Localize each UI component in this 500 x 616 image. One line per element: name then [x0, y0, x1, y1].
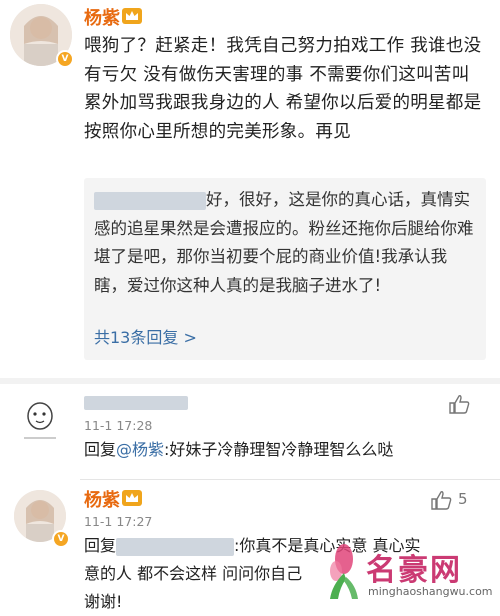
watermark-title: 名豪网: [366, 553, 462, 588]
comment-username[interactable]: 杨紫: [84, 486, 120, 512]
mention-link[interactable]: @杨紫: [116, 440, 164, 459]
comment-timestamp: 11-1 17:28: [84, 418, 153, 433]
blurred-username: [84, 396, 188, 410]
like-icon[interactable]: [430, 490, 452, 510]
crown-icon: [122, 8, 142, 24]
quoted-comment[interactable]: 好，很好，这是你的真心话，真情实感的追星果然是会遭报应的。粉丝还拖你后腿给你难堪…: [84, 178, 486, 360]
avatar[interactable]: [14, 394, 66, 446]
post-username[interactable]: 杨紫: [84, 4, 120, 30]
post-text: 喂狗了？赶紧走！我凭自己努力拍戏工作 我谁也没有亏欠 没有做伤天害理的事 不需要…: [84, 36, 482, 142]
watermark-logo-icon: [330, 544, 358, 599]
reply-count-link[interactable]: 共13条回复 >: [94, 324, 197, 348]
comment-text: 回复@杨紫:好妹子冷静理智冷静理智么么哒: [84, 436, 393, 464]
like-count: 5: [458, 490, 468, 508]
comment-body: :好妹子冷静理智冷静理智么么哒: [164, 440, 394, 459]
comment-item: 11-1 17:28 回复@杨紫:好妹子冷静理智冷静理智么么哒: [0, 384, 500, 480]
weibo-post: V 杨紫 喂狗了？赶紧走！我凭自己努力拍戏工作 我谁也没有亏欠 没有做伤天害理的…: [0, 0, 500, 380]
quoted-comment-text: 好，很好，这是你的真心话，真情实感的追星果然是会遭报应的。粉丝还拖你后腿给你难堪…: [94, 186, 474, 300]
site-watermark: 名豪网 minghaoshangwu.com: [324, 541, 496, 605]
reply-prefix: 回复: [84, 536, 117, 555]
comment-timestamp: 11-1 17:27: [84, 514, 153, 529]
verified-badge-icon: V: [52, 530, 70, 548]
reply-prefix: 回复: [84, 440, 117, 459]
blurred-username: [94, 191, 206, 210]
blurred-username: [116, 537, 235, 556]
crown-icon: [122, 490, 142, 506]
verified-badge-icon: V: [56, 50, 74, 68]
watermark-url: minghaoshangwu.com: [368, 585, 493, 598]
like-icon[interactable]: [448, 394, 470, 414]
avatar-image: [14, 394, 66, 446]
